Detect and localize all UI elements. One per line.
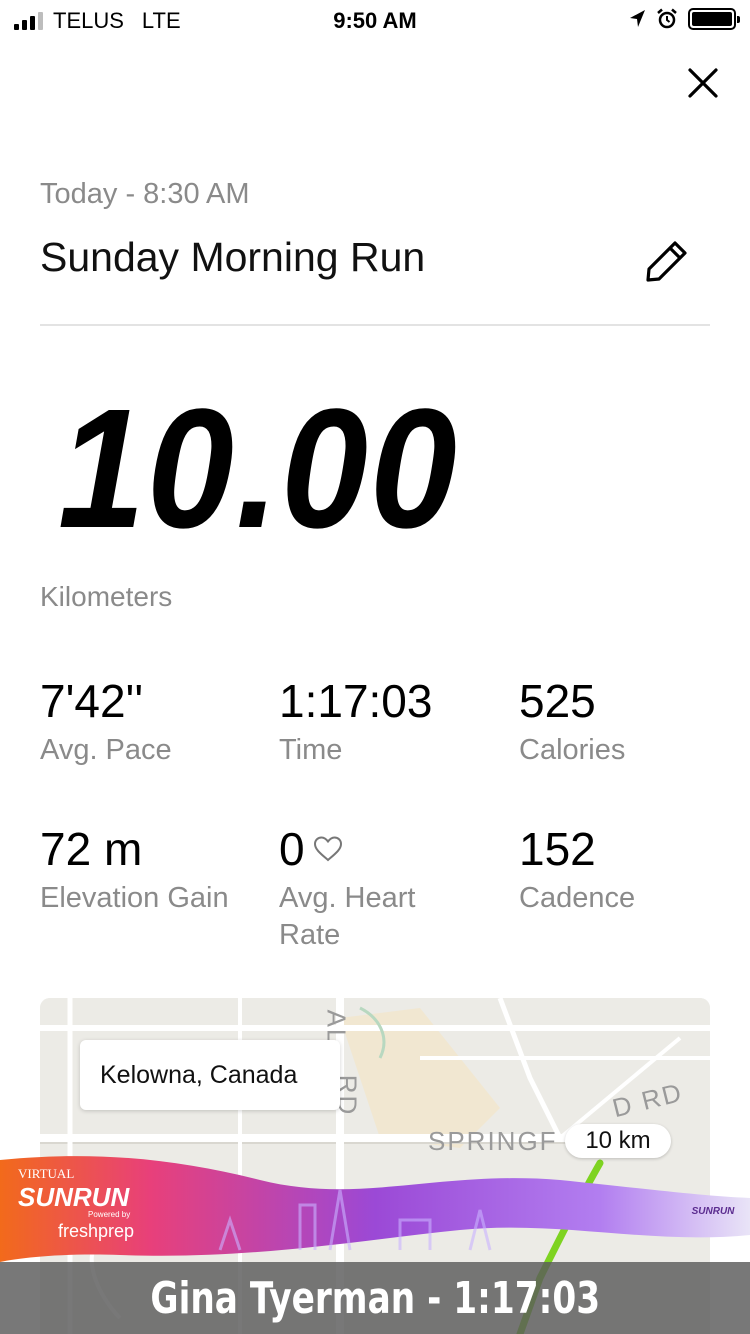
stat-elevation-gain: 72 m Elevation Gain (40, 826, 240, 917)
stat-cadence: 152 Cadence (519, 826, 739, 917)
status-right (628, 8, 740, 30)
activity-date: Today - 8:30 AM (40, 178, 250, 210)
distance-value: 10.00 (58, 374, 459, 564)
sunrun-logo: VIRTUAL SUNRUN Powered by freshprep (18, 1166, 134, 1242)
carrier-label: TELUS (53, 8, 124, 33)
location-arrow-icon (630, 10, 645, 27)
brand-sponsor: freshprep (58, 1221, 135, 1241)
brand-powered-by: Powered by (88, 1210, 131, 1219)
stat-label: Cadence (519, 882, 636, 914)
activity-title: Sunday Morning Run (40, 234, 426, 280)
stat-avg-pace: 7'42'' Avg. Pace (40, 678, 260, 769)
edit-title-button[interactable] (640, 234, 694, 288)
heart-icon (313, 835, 343, 863)
stat-label: Avg. Pace (40, 734, 172, 766)
stat-calories: 525 Calories (519, 678, 739, 769)
stat-time: 1:17:03 Time (279, 678, 499, 769)
location-popup[interactable]: Kelowna, Canada (80, 1040, 340, 1110)
brand-sunrun: SUNRUN (18, 1182, 130, 1212)
pencil-icon (646, 241, 687, 282)
stat-value: 152 (519, 823, 596, 875)
caption-bar: Gina Tyerman - 1:17:03 (0, 1262, 750, 1334)
stat-value-row: 0 (279, 826, 479, 872)
distance-unit: Kilometers (40, 581, 173, 612)
signal-icon (14, 12, 43, 30)
status-bar: TELUS LTE 9:50 AM (0, 0, 750, 40)
stat-value: 72 m (40, 823, 143, 875)
close-icon (688, 68, 718, 98)
network-label: LTE (141, 8, 181, 33)
divider (40, 324, 710, 326)
close-button[interactable] (680, 60, 726, 106)
stat-value: 525 (519, 675, 596, 727)
stat-value: 0 (279, 823, 305, 875)
stat-label: Elevation Gain (40, 882, 229, 914)
status-left: TELUS LTE (14, 8, 181, 34)
brand-virtual: VIRTUAL (18, 1166, 75, 1181)
caption-text: Gina Tyerman - 1:17:03 (150, 1272, 600, 1324)
stat-label: Calories (519, 734, 626, 766)
stat-avg-heart-rate: 0 Avg. Heart Rate (279, 826, 479, 954)
mini-sunrun-logo: SUNRUN (691, 1206, 735, 1217)
stat-value: 7'42'' (40, 675, 144, 727)
stat-label: Time (279, 734, 343, 766)
stat-label: Avg. Heart Rate (279, 882, 416, 951)
stat-value: 1:17:03 (279, 675, 433, 727)
battery-icon (688, 8, 740, 30)
alarm-icon (657, 8, 677, 29)
